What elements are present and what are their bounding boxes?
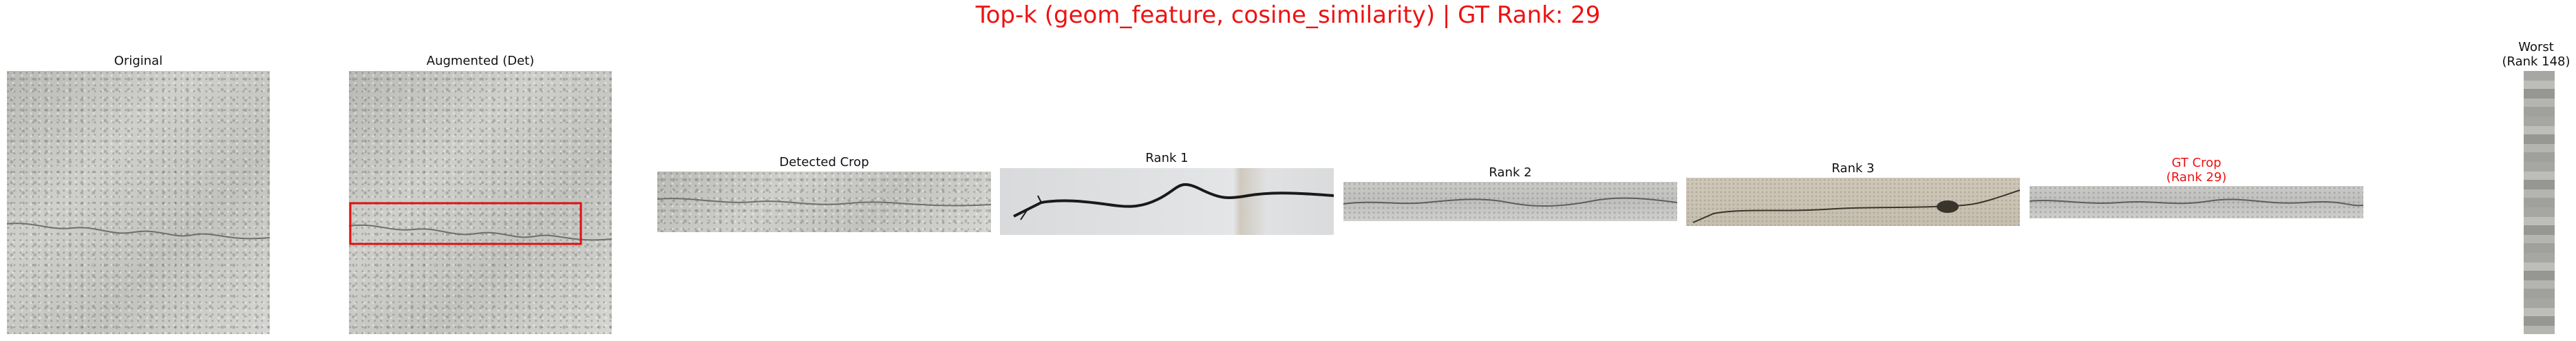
detected-crop-label: Detected Crop (779, 155, 869, 169)
crack-line (1013, 183, 1334, 220)
crack-line (1343, 197, 1677, 207)
gt-crop-label-line2: (Rank 29) (2166, 170, 2227, 185)
crack-line (349, 224, 612, 241)
worst-label-line1: Worst (2518, 40, 2554, 54)
rank-3-image (1686, 178, 2020, 226)
rank-3-label: Rank 3 (1831, 161, 1875, 176)
crack-line (2030, 198, 2363, 207)
rank-2-label: Rank 2 (1489, 165, 1532, 180)
original-label: Original (114, 54, 163, 68)
rank-1-image (1000, 168, 1334, 235)
crack-line (657, 198, 991, 207)
worst-image (2524, 71, 2555, 334)
augmented-label: Augmented (Det) (426, 54, 535, 68)
worst-label: Worst (Rank 148) (2498, 40, 2574, 69)
detection-box (349, 202, 582, 245)
gt-crop-label-line1: GT Crop (2171, 156, 2222, 170)
figure-title: Top-k (geom_feature, cosine_similarity) … (975, 1, 1601, 29)
crack-line (7, 223, 270, 240)
rank-1-label: Rank 1 (1145, 151, 1189, 165)
augmented-svg (349, 202, 612, 245)
gt-crop-image (2030, 186, 2363, 218)
gt-crop-label: GT Crop (Rank 29) (2030, 156, 2363, 185)
original-image (7, 71, 270, 334)
rank-2-image (1343, 182, 1677, 221)
worst-label-line2: (Rank 148) (2502, 54, 2570, 69)
detected-crop-image (657, 172, 991, 232)
crack-line (1692, 189, 2020, 223)
augmented-image (349, 71, 612, 334)
